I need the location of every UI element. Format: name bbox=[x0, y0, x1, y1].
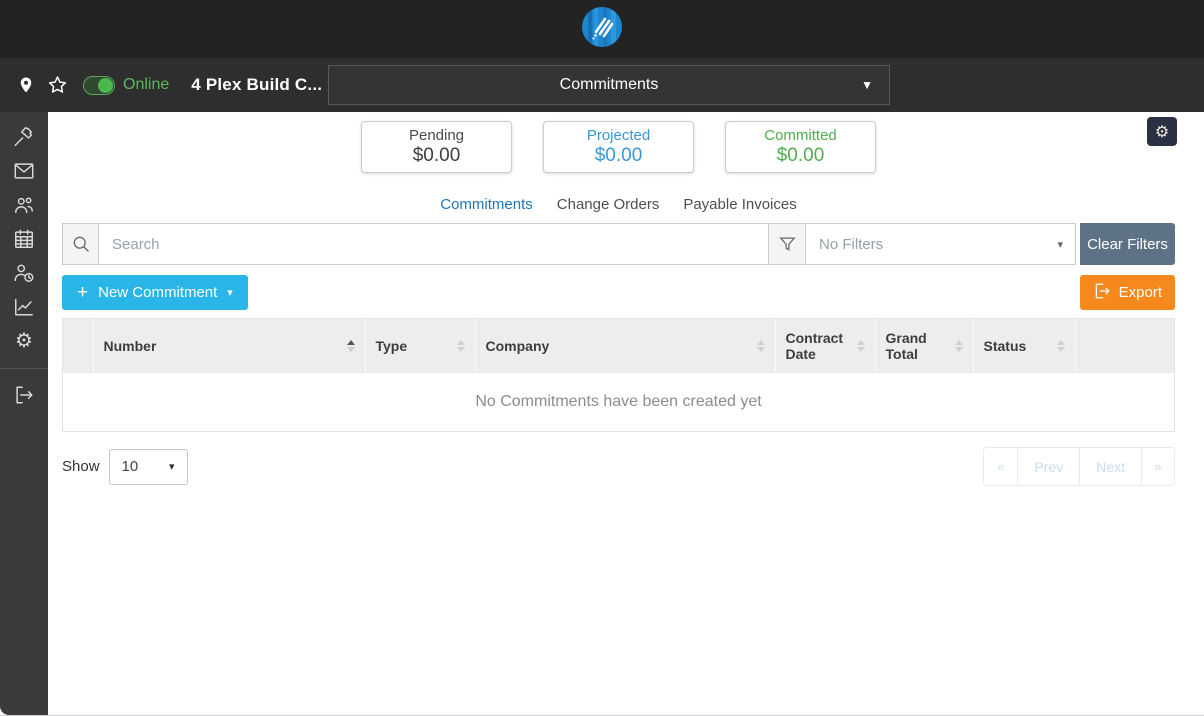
online-status-label: Online bbox=[123, 76, 170, 93]
empty-state-message: No Commitments have been created yet bbox=[63, 373, 1174, 431]
commitments-table: Number Type Company Contract Date Grand … bbox=[62, 318, 1175, 432]
online-toggle[interactable] bbox=[83, 75, 115, 95]
committed-card-value: $0.00 bbox=[776, 145, 825, 166]
app-window: Online 4 Plex Build C... Commitments ▼ ⚙… bbox=[0, 0, 1204, 716]
tab-change-orders[interactable]: Change Orders bbox=[557, 196, 660, 213]
project-bar: Online 4 Plex Build C... Commitments ▼ bbox=[0, 58, 1204, 112]
online-toggle-knob bbox=[98, 77, 113, 93]
project-name: 4 Plex Build C... bbox=[191, 75, 323, 94]
section-tabs: Commitments Change Orders Payable Invoic… bbox=[62, 196, 1175, 213]
empty-state-row: No Commitments have been created yet bbox=[63, 373, 1174, 431]
column-contract-date[interactable]: Contract Date bbox=[775, 319, 876, 373]
column-number[interactable]: Number bbox=[93, 319, 366, 373]
filters-dropdown[interactable]: No Filters ▾ bbox=[806, 223, 1076, 265]
table-actions: + New Commitment ▾ Export bbox=[62, 275, 1175, 310]
plus-icon: + bbox=[77, 281, 89, 303]
last-page-button[interactable]: » bbox=[1141, 448, 1174, 485]
company-logo-icon[interactable] bbox=[582, 6, 622, 52]
mail-icon[interactable] bbox=[0, 154, 48, 188]
column-actions bbox=[1075, 319, 1174, 373]
gear-icon: ⚙ bbox=[1154, 123, 1170, 141]
page-size-value: 10 bbox=[121, 458, 139, 475]
export-button[interactable]: Export bbox=[1079, 275, 1175, 310]
page-dropdown-value: Commitments bbox=[559, 76, 659, 93]
filters-dropdown-value: No Filters bbox=[819, 235, 884, 253]
sort-icon bbox=[856, 340, 865, 352]
person-clock-icon[interactable] bbox=[0, 256, 48, 290]
main-content: Pending $0.00 Projected $0.00 Committed … bbox=[48, 112, 1204, 715]
column-type[interactable]: Type bbox=[365, 319, 476, 373]
team-icon[interactable] bbox=[0, 188, 48, 222]
next-page-button[interactable]: Next bbox=[1079, 448, 1141, 485]
favorite-star-icon[interactable] bbox=[46, 75, 68, 95]
chevron-down-icon: ▼ bbox=[861, 78, 873, 92]
chart-icon[interactable] bbox=[0, 290, 48, 324]
chevron-down-icon: ▾ bbox=[169, 461, 175, 473]
committed-card: Committed $0.00 bbox=[725, 121, 876, 173]
sort-icon bbox=[346, 340, 355, 352]
show-label: Show bbox=[62, 458, 100, 475]
projected-card: Projected $0.00 bbox=[543, 121, 694, 173]
projected-card-label: Projected bbox=[586, 127, 651, 144]
prev-page-button[interactable]: Prev bbox=[1017, 448, 1080, 485]
sort-icon bbox=[954, 340, 963, 352]
first-page-button[interactable]: « bbox=[984, 448, 1018, 485]
export-label: Export bbox=[1118, 284, 1162, 301]
page-size-control: Show 10 ▾ bbox=[62, 448, 188, 485]
table-footer: Show 10 ▾ « Prev Next » bbox=[62, 447, 1175, 486]
pending-card-value: $0.00 bbox=[412, 145, 461, 166]
pending-card-label: Pending bbox=[408, 127, 465, 144]
left-sidebar: ⚙ bbox=[0, 112, 48, 715]
column-spacer bbox=[63, 319, 94, 373]
pending-card: Pending $0.00 bbox=[361, 121, 512, 173]
table-header-row: Number Type Company Contract Date Grand … bbox=[63, 319, 1174, 373]
chevron-down-icon: ▾ bbox=[1057, 238, 1063, 251]
search-filter-bar: No Filters ▾ Clear Filters bbox=[62, 223, 1175, 265]
export-icon bbox=[1093, 282, 1111, 304]
chevron-down-icon: ▾ bbox=[227, 287, 233, 299]
page-dropdown[interactable]: Commitments ▼ bbox=[328, 65, 890, 105]
column-grand-total[interactable]: Grand Total bbox=[875, 319, 974, 373]
logout-icon[interactable] bbox=[0, 378, 48, 412]
tab-payable-invoices[interactable]: Payable Invoices bbox=[683, 196, 796, 213]
committed-card-label: Committed bbox=[764, 127, 837, 144]
page-size-dropdown[interactable]: 10 ▾ bbox=[108, 448, 188, 485]
tab-commitments[interactable]: Commitments bbox=[440, 196, 533, 213]
sort-icon bbox=[456, 340, 465, 352]
column-status[interactable]: Status bbox=[973, 319, 1076, 373]
column-company[interactable]: Company bbox=[475, 319, 776, 373]
funnel-icon bbox=[769, 223, 806, 265]
summary-cards: Pending $0.00 Projected $0.00 Committed … bbox=[62, 121, 1175, 173]
calendar-icon[interactable] bbox=[0, 222, 48, 256]
search-input[interactable] bbox=[99, 223, 769, 265]
new-commitment-label: New Commitment bbox=[98, 284, 218, 301]
top-bar bbox=[0, 0, 1204, 58]
search-icon bbox=[62, 223, 99, 265]
settings-gear-button[interactable]: ⚙ bbox=[1147, 117, 1177, 146]
sort-icon bbox=[756, 340, 765, 352]
hammer-icon[interactable] bbox=[0, 120, 48, 154]
clear-filters-button[interactable]: Clear Filters bbox=[1080, 223, 1175, 265]
gear-icon[interactable]: ⚙ bbox=[0, 324, 48, 358]
location-pin-icon[interactable] bbox=[15, 75, 37, 95]
new-commitment-button[interactable]: + New Commitment ▾ bbox=[62, 275, 248, 310]
projected-card-value: $0.00 bbox=[594, 145, 643, 166]
pagination: « Prev Next » bbox=[983, 447, 1175, 486]
sidebar-divider bbox=[0, 368, 48, 369]
sort-icon bbox=[1056, 340, 1065, 352]
